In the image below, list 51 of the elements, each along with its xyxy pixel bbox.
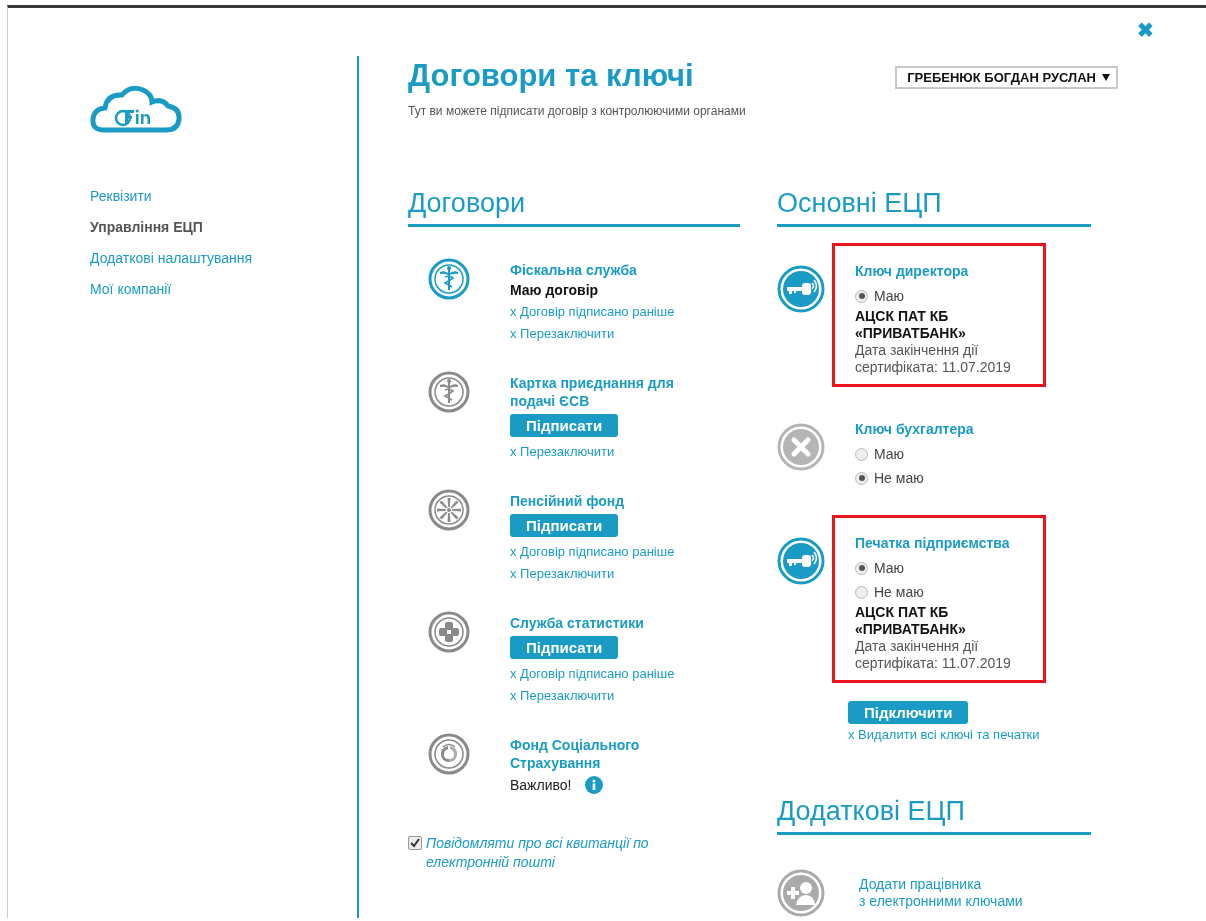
action-link[interactable]: x Перезаключити — [510, 441, 615, 463]
sign-button[interactable]: Підписати — [510, 514, 619, 537]
contract-title[interactable]: Фіскальна служба — [510, 261, 637, 279]
key-title: Ключ бухгалтера — [855, 420, 974, 438]
expiry-text: Дата закінчення дії сертифіката: 11.07.2019 — [855, 342, 1012, 376]
radio-option[interactable]: Не маю — [855, 580, 924, 604]
section-heading: Договори — [408, 186, 740, 227]
action-link[interactable]: x Перезаключити — [510, 323, 615, 345]
user-dropdown[interactable]: ГРЕБЕНЮК БОГДАН РУСЛАН — [895, 66, 1118, 89]
checkbox[interactable] — [408, 836, 422, 850]
add-employee-link[interactable]: Додати працівника з електронними ключами — [859, 876, 1023, 910]
action-link[interactable]: x Договір підписано раніше — [510, 541, 675, 563]
contract-title[interactable]: Картка приєднання для подачі ЄСВ — [510, 374, 700, 410]
section-heading: Основні ЕЦП — [777, 186, 1091, 227]
radio-option[interactable]: Маю — [855, 284, 905, 308]
contract-title[interactable]: Служба статистики — [510, 614, 644, 632]
key-title: Печатка підприємства — [855, 534, 1010, 552]
action-link[interactable]: x Перезаключити — [510, 563, 615, 585]
page-title: Договори та ключі — [408, 57, 695, 95]
info-icon[interactable] — [585, 776, 604, 794]
add-person-icon[interactable] — [777, 869, 825, 917]
sign-button[interactable]: Підписати — [510, 636, 619, 659]
radio-option[interactable]: Маю — [855, 442, 905, 466]
expiry-text: Дата закінчення дії сертифіката: 11.07.2019 — [855, 638, 1012, 672]
contract-title[interactable]: Пенсійний фонд — [510, 492, 625, 510]
sidebar-item[interactable]: Реквізити — [90, 188, 152, 204]
action-link[interactable]: x Договір підписано раніше — [510, 301, 675, 323]
sidebar-item[interactable]: Додаткові налаштування — [90, 250, 253, 266]
key-title: Ключ директора — [855, 262, 969, 280]
contract-title[interactable]: Фонд Соціального Страхування — [510, 736, 700, 772]
action-link[interactable]: x Договір підписано раніше — [510, 663, 675, 685]
action-link[interactable]: x Перезаключити — [510, 685, 615, 707]
page-subtitle: Тут ви можете підписати договір з контролюючими органами — [408, 104, 746, 118]
close-button[interactable]: ✖ — [1137, 20, 1154, 40]
remove-link[interactable]: x Видалити всі ключі та печатки — [848, 724, 1040, 746]
issuer-name: АЦСК ПАТ КБ «ПРИВАТБАНК» — [855, 308, 967, 342]
sidebar-item[interactable]: Управління ЕЦП — [90, 219, 203, 235]
caret-icon — [1102, 74, 1110, 81]
connect-button[interactable]: Підключити — [848, 701, 969, 724]
key-icon — [777, 265, 825, 313]
close-circle-icon — [777, 423, 825, 471]
issuer-name: АЦСК ПАТ КБ «ПРИВАТБАНК» — [855, 604, 967, 638]
checkbox-label[interactable]: Повідомляти про всі квитанції по електронній пошті — [426, 834, 696, 872]
radio-option[interactable]: Маю — [855, 556, 905, 580]
sign-button[interactable]: Підписати — [510, 414, 619, 437]
radio-option[interactable]: Не маю — [855, 466, 924, 490]
key-icon — [777, 537, 825, 585]
section-heading: Додаткові ЕЦП — [777, 794, 1091, 835]
contract-status: Маю договір — [510, 281, 599, 300]
note-text: Важливо! — [510, 777, 572, 793]
sidebar-item[interactable]: Мої компанії — [90, 281, 172, 297]
